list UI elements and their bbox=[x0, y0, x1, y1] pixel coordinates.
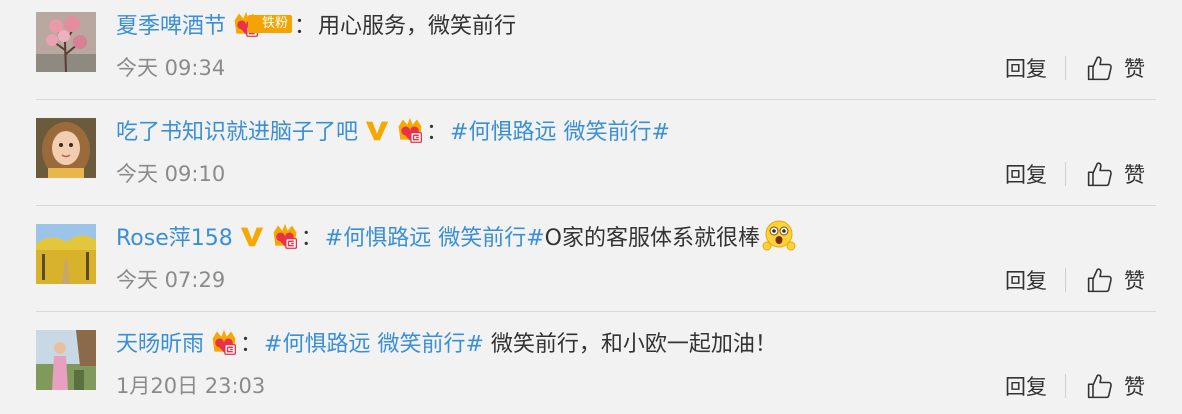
username[interactable]: Rose萍158 bbox=[116, 220, 233, 252]
hashtag-link[interactable]: #何惧路远 微笑前行# bbox=[325, 220, 545, 252]
comment-actions: 回复 赞 bbox=[1005, 264, 1145, 296]
like-button[interactable]: 赞 bbox=[1086, 371, 1145, 401]
hashtag-link[interactable]: #何惧路远 微笑前行# bbox=[264, 326, 484, 358]
comment-actions: 回复 赞 bbox=[1005, 52, 1145, 84]
avatar-image bbox=[36, 224, 96, 284]
fan-badge[interactable] bbox=[210, 328, 238, 356]
comment-text: 微笑前行，和小欧一起加油！ bbox=[483, 332, 777, 357]
like-button[interactable]: 赞 bbox=[1086, 265, 1145, 295]
reply-button[interactable]: 回复 bbox=[1005, 265, 1047, 295]
verified-badge[interactable] bbox=[239, 223, 265, 249]
fan-badge[interactable] bbox=[396, 116, 424, 144]
like-button[interactable]: 赞 bbox=[1086, 159, 1145, 189]
comment-text: O家的客服体系就很棒 bbox=[544, 226, 760, 251]
avatar[interactable] bbox=[36, 118, 96, 178]
verified-badge[interactable] bbox=[364, 117, 390, 143]
comment-item: 吃了书知识就进脑子了吧 ： #何惧路远 微笑前行# 今天 09:10 回复 赞 bbox=[0, 106, 1182, 212]
divider bbox=[1065, 56, 1066, 80]
username[interactable]: 吃了书知识就进脑子了吧 bbox=[116, 114, 358, 146]
comment-item: 夏季啤酒节 铁粉 ： 用心服务，微笑前行 今天 09:34 回复 赞 bbox=[0, 0, 1182, 106]
comment-actions: 回复 赞 bbox=[1005, 370, 1145, 402]
row-divider bbox=[36, 99, 1156, 100]
reply-button[interactable]: 回复 bbox=[1005, 53, 1047, 83]
username[interactable]: 夏季啤酒节 bbox=[116, 8, 226, 40]
separator: ： bbox=[426, 120, 449, 145]
verified-v-icon bbox=[364, 117, 390, 143]
crown-icon bbox=[271, 222, 299, 250]
timestamp: 1月20日 23:03 bbox=[116, 374, 266, 398]
thumbs-up-icon bbox=[1086, 160, 1114, 188]
thumbs-up-icon bbox=[1086, 266, 1114, 294]
separator: ： bbox=[300, 226, 323, 251]
like-label: 赞 bbox=[1124, 163, 1145, 187]
comment-header: 吃了书知识就进脑子了吧 ： #何惧路远 微笑前行# bbox=[116, 110, 670, 150]
avatar[interactable] bbox=[36, 330, 96, 390]
avatar-image bbox=[36, 12, 96, 72]
divider bbox=[1065, 374, 1066, 398]
fan-badge[interactable]: 铁粉 bbox=[232, 11, 293, 37]
thumbs-up-icon bbox=[1086, 372, 1114, 400]
avatar-image bbox=[36, 330, 96, 390]
avatar[interactable] bbox=[36, 12, 96, 72]
divider bbox=[1065, 268, 1066, 292]
comment-header: 夏季啤酒节 铁粉 ： 用心服务，微笑前行 bbox=[116, 4, 516, 44]
comment-item: 天旸昕雨 ： #何惧路远 微笑前行# 微笑前行，和小欧一起加油！ 1月20日 2… bbox=[0, 318, 1182, 414]
reply-button[interactable]: 回复 bbox=[1005, 371, 1047, 401]
avatar-image bbox=[36, 118, 96, 178]
crown-icon bbox=[210, 328, 238, 356]
timestamp: 今天 09:10 bbox=[116, 162, 226, 186]
fan-badge-label: 铁粉 bbox=[248, 15, 293, 33]
row-divider bbox=[36, 205, 1156, 206]
emoji-icon bbox=[762, 219, 796, 253]
comment-list: 夏季啤酒节 铁粉 ： 用心服务，微笑前行 今天 09:34 回复 赞 吃了书知识… bbox=[0, 0, 1182, 414]
hashtag-link[interactable]: #何惧路远 微笑前行# bbox=[450, 114, 670, 146]
separator: ： bbox=[294, 14, 317, 39]
avatar[interactable] bbox=[36, 224, 96, 284]
comment-actions: 回复 赞 bbox=[1005, 158, 1145, 190]
fan-badge[interactable] bbox=[271, 222, 299, 250]
like-label: 赞 bbox=[1124, 375, 1145, 399]
verified-v-icon bbox=[239, 223, 265, 249]
thumbs-up-icon bbox=[1086, 54, 1114, 82]
timestamp: 今天 09:34 bbox=[116, 56, 226, 80]
amazed-face-emoji-icon bbox=[762, 220, 796, 251]
row-divider bbox=[36, 311, 1156, 312]
divider bbox=[1065, 162, 1066, 186]
reply-button[interactable]: 回复 bbox=[1005, 159, 1047, 189]
like-label: 赞 bbox=[1124, 269, 1145, 293]
crown-icon bbox=[396, 116, 424, 144]
timestamp: 今天 07:29 bbox=[116, 268, 226, 292]
like-button[interactable]: 赞 bbox=[1086, 53, 1145, 83]
like-label: 赞 bbox=[1124, 57, 1145, 81]
comment-header: 天旸昕雨 ： #何惧路远 微笑前行# 微笑前行，和小欧一起加油！ bbox=[116, 322, 777, 362]
username[interactable]: 天旸昕雨 bbox=[116, 326, 204, 358]
comment-header: Rose萍158 ： #何惧路远 微笑前行# O家的客服体系就很棒 bbox=[116, 216, 796, 256]
comment-text: 用心服务，微笑前行 bbox=[318, 14, 517, 39]
comment-item: Rose萍158 ： #何惧路远 微笑前行# O家的客服体系就很棒 今天 07:… bbox=[0, 212, 1182, 318]
separator: ： bbox=[240, 332, 263, 357]
